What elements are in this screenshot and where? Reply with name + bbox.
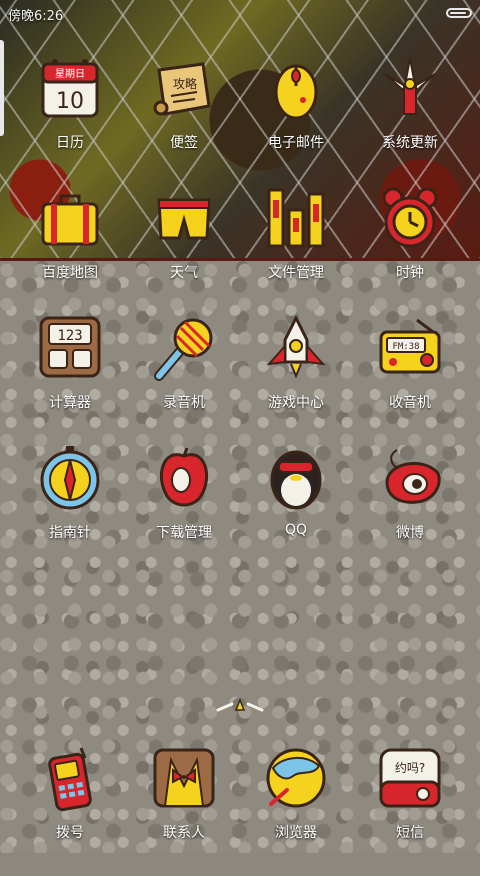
rocket-icon <box>266 316 326 379</box>
app-download-manager[interactable]: 下载管理 <box>124 446 244 576</box>
app-label: 系统更新 <box>382 135 438 151</box>
app-baidu-map[interactable]: 百度地图 <box>10 186 130 316</box>
battery-level <box>450 12 466 14</box>
dock-browser[interactable]: 浏览器 <box>236 746 356 876</box>
radio-display-text: FM:38 <box>392 342 419 352</box>
dock-dialer[interactable]: 拨号 <box>10 746 130 876</box>
app-label: 浏览器 <box>275 825 317 841</box>
app-weather[interactable]: 天气 <box>124 186 244 316</box>
app-label: 录音机 <box>163 395 205 411</box>
suitcase-map-icon <box>41 194 99 246</box>
app-label: QQ <box>284 522 308 538</box>
app-clock[interactable]: 时钟 <box>350 186 470 316</box>
page-dot <box>216 702 234 712</box>
system-update-icon <box>384 57 436 115</box>
battery-icon <box>446 8 472 18</box>
app-label: 百度地图 <box>42 265 98 281</box>
app-radio[interactable]: FM:38 收音机 <box>350 316 470 446</box>
calculator-display-text: 123 <box>57 328 82 344</box>
radio-icon: FM:38 <box>379 318 441 374</box>
dock-contacts[interactable]: 联系人 <box>124 746 244 876</box>
app-file-manager[interactable]: 文件管理 <box>236 186 356 316</box>
page-dot-current <box>234 697 246 711</box>
app-label: 短信 <box>396 825 424 841</box>
status-time: 傍晚6:26 <box>8 9 64 24</box>
scroll-text: 攻略 <box>173 76 197 91</box>
notes-scroll-icon: 攻略 <box>153 62 211 116</box>
file-manager-icon <box>267 188 325 248</box>
calendar-day-text: 10 <box>56 89 84 114</box>
app-system-update[interactable]: 系统更新 <box>350 56 470 186</box>
browser-globe-icon <box>266 748 326 808</box>
weather-shorts-icon <box>157 198 211 240</box>
app-label: 联系人 <box>163 825 205 841</box>
app-calculator[interactable]: 123 计算器 <box>10 316 130 446</box>
app-qq[interactable]: QQ <box>236 446 356 576</box>
app-label: 计算器 <box>49 395 91 411</box>
sms-bubble-icon: 约吗? <box>379 748 441 808</box>
apple-download-icon <box>159 447 209 507</box>
alarm-clock-icon <box>382 187 438 248</box>
status-bar: 傍晚6:26 <box>0 0 480 26</box>
compass-icon <box>40 446 100 510</box>
app-label: 电子邮件 <box>268 135 324 151</box>
app-notes[interactable]: 攻略 便签 <box>124 56 244 186</box>
app-weibo[interactable]: 微博 <box>350 446 470 576</box>
microphone-icon <box>154 318 213 381</box>
app-email[interactable]: 电子邮件 <box>236 56 356 186</box>
app-label: 微博 <box>396 525 424 541</box>
contacts-suit-icon <box>153 748 215 808</box>
calculator-icon: 123 <box>39 316 101 378</box>
calendar-weekday-text: 星期日 <box>55 68 85 80</box>
email-mouse-icon <box>274 64 318 120</box>
app-game-center[interactable]: 游戏中心 <box>236 316 356 446</box>
app-compass[interactable]: 指南针 <box>10 446 130 576</box>
app-label: 拨号 <box>56 825 84 841</box>
app-label: 日历 <box>56 135 84 151</box>
app-label: 时钟 <box>396 265 424 281</box>
page-dot <box>246 702 264 712</box>
phone-icon <box>48 747 92 812</box>
app-label: 下载管理 <box>156 525 212 541</box>
weibo-eye-icon <box>385 449 441 504</box>
calendar-icon: 星期日 10 <box>41 59 99 118</box>
app-label: 指南针 <box>49 525 91 541</box>
app-calendar[interactable]: 星期日 10 日历 <box>10 56 130 186</box>
page-indicator[interactable] <box>210 696 270 716</box>
app-label: 收音机 <box>389 395 431 411</box>
app-label: 便签 <box>170 135 198 151</box>
penguin-qq-icon <box>270 450 322 510</box>
side-drawer-handle[interactable] <box>0 40 4 136</box>
app-label: 游戏中心 <box>268 395 324 411</box>
app-label: 天气 <box>170 265 198 281</box>
dock-sms[interactable]: 约吗? 短信 <box>350 746 470 876</box>
sms-bubble-text: 约吗? <box>395 760 425 775</box>
app-recorder[interactable]: 录音机 <box>124 316 244 446</box>
app-label: 文件管理 <box>268 265 324 281</box>
